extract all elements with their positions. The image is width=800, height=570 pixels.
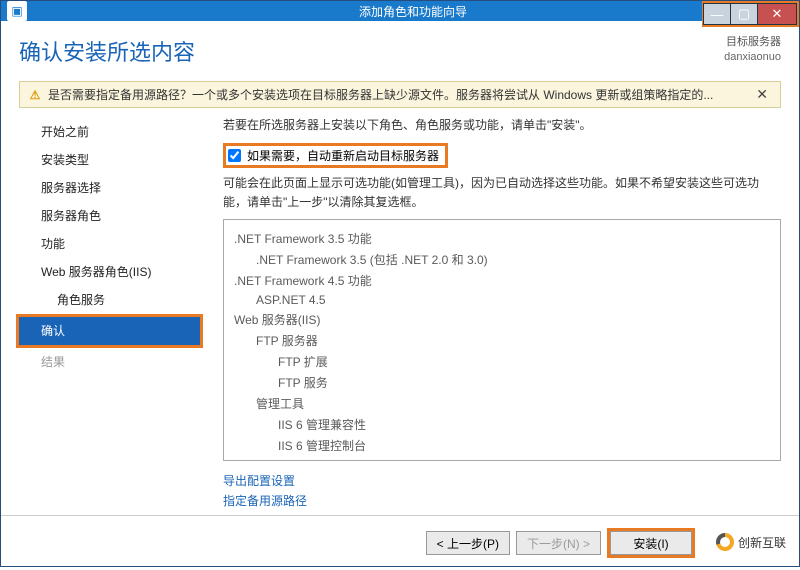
install-button-highlight: 安装(I) — [607, 528, 695, 558]
sidebar-item-confirm[interactable]: 确认 — [19, 317, 200, 345]
wizard-window: ▣ 添加角色和功能向导 — ▢ ✕ 确认安装所选内容 目标服务器 danxiao… — [0, 0, 800, 567]
list-item: IIS 6 管理兼容性 — [234, 414, 776, 435]
sidebar-item[interactable]: 安装类型 — [19, 146, 189, 174]
install-button[interactable]: 安装(I) — [610, 531, 692, 555]
auto-restart-label: 如果需要，自动重新启动目标服务器 — [247, 147, 439, 164]
list-item: IIS 6 管理控制台 — [234, 435, 776, 456]
selections-listbox[interactable]: .NET Framework 3.5 功能.NET Framework 3.5 … — [223, 219, 781, 461]
wizard-footer: < 上一步(P) 下一步(N) > 安装(I) 取消 创新互联 — [1, 515, 799, 570]
main-panel: 若要在所选服务器上安装以下角色、角色服务或功能，请单击"安装"。 如果需要，自动… — [189, 116, 781, 515]
list-item: FTP 服务 — [234, 372, 776, 393]
sidebar-item[interactable]: 开始之前 — [19, 118, 189, 146]
app-icon: ▣ — [7, 1, 27, 21]
list-item: 管理工具 — [234, 393, 776, 414]
target-server-name: danxiaonuo — [724, 50, 781, 65]
content-area: 确认安装所选内容 目标服务器 danxiaonuo ⚠ 是否需要指定备用源路径？… — [1, 21, 799, 515]
alternate-source-link[interactable]: 指定备用源路径 — [223, 491, 781, 511]
watermark-icon — [716, 533, 734, 551]
sidebar-item: 结果 — [19, 348, 189, 376]
target-server-label: 目标服务器 — [724, 35, 781, 50]
titlebar[interactable]: ▣ 添加角色和功能向导 — ▢ ✕ — [1, 1, 799, 21]
sidebar-item[interactable]: 服务器角色 — [19, 202, 189, 230]
page-title: 确认安装所选内容 — [19, 35, 195, 67]
watermark-text: 创新互联 — [738, 534, 786, 551]
watermark-logo: 创新互联 — [712, 531, 790, 553]
auto-restart-row: 如果需要，自动重新启动目标服务器 — [223, 143, 448, 168]
next-button[interactable]: 下一步(N) > — [516, 531, 601, 555]
target-server-info: 目标服务器 danxiaonuo — [724, 35, 781, 66]
list-item: .NET Framework 3.5 (包括 .NET 2.0 和 3.0) — [234, 249, 776, 270]
export-config-link[interactable]: 导出配置设置 — [223, 471, 781, 491]
list-item: Web 服务器(IIS) — [234, 309, 776, 330]
wizard-steps-sidebar: 开始之前安装类型服务器选择服务器角色功能Web 服务器角色(IIS)角色服务确认… — [19, 116, 189, 515]
previous-button[interactable]: < 上一步(P) — [426, 531, 510, 555]
auto-restart-checkbox[interactable] — [228, 149, 241, 162]
list-item: FTP 服务器 — [234, 330, 776, 351]
list-item: .NET Framework 4.5 功能 — [234, 270, 776, 291]
sidebar-item[interactable]: 功能 — [19, 230, 189, 258]
instruction-text: 若要在所选服务器上安装以下角色、角色服务或功能，请单击"安装"。 — [223, 116, 781, 135]
sidebar-item[interactable]: 服务器选择 — [19, 174, 189, 202]
list-item: ASP.NET 4.5 — [234, 291, 776, 309]
warning-text: 是否需要指定备用源路径？一个或多个安装选项在目标服务器上缺少源文件。服务器将尝试… — [48, 86, 713, 103]
sidebar-item[interactable]: 角色服务 — [19, 286, 189, 314]
warning-icon: ⚠ — [28, 88, 42, 102]
warning-banner: ⚠ 是否需要指定备用源路径？一个或多个安装选项在目标服务器上缺少源文件。服务器将… — [19, 81, 781, 108]
note-text: 可能会在此页面上显示可选功能(如管理工具)，因为已自动选择这些功能。如果不希望安… — [223, 174, 781, 212]
list-item: FTP 扩展 — [234, 351, 776, 372]
window-title: 添加角色和功能向导 — [27, 3, 799, 20]
list-item: .NET Framework 3.5 功能 — [234, 228, 776, 249]
sidebar-item[interactable]: Web 服务器角色(IIS) — [19, 258, 189, 286]
warning-close-button[interactable]: ✕ — [752, 86, 772, 103]
